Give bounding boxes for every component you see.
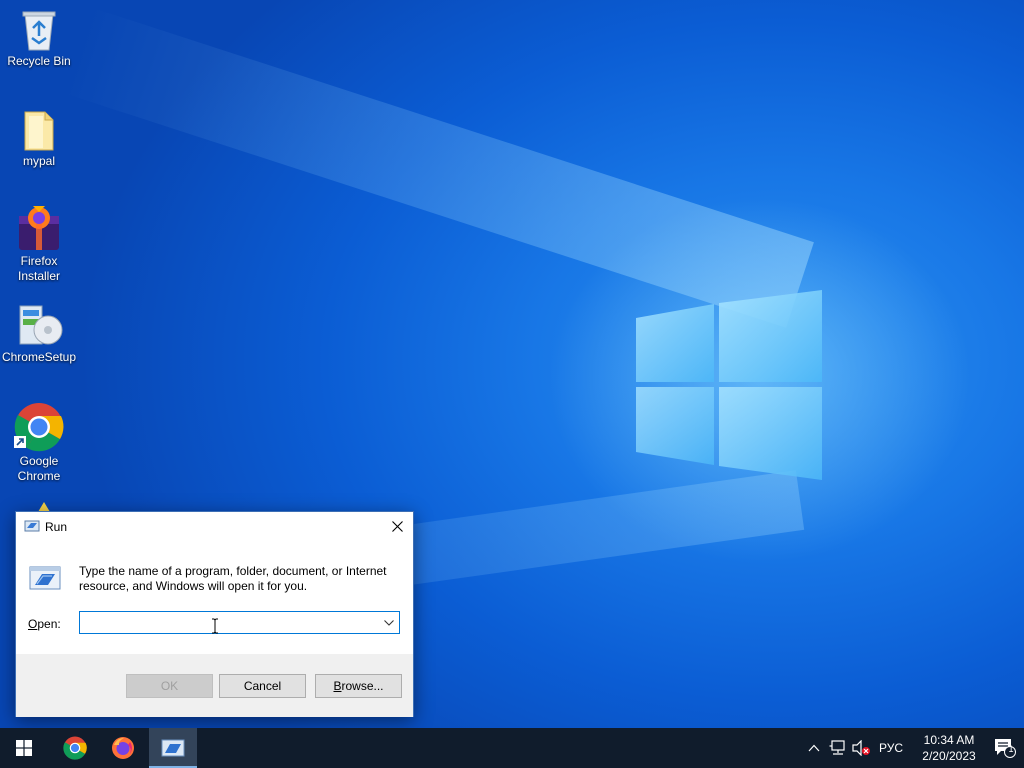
clock-date: 2/20/2023 xyxy=(922,749,976,763)
desktop-icon-firefox-installer[interactable]: Firefox Installer xyxy=(0,202,78,284)
network-icon xyxy=(829,740,845,755)
open-dropdown-button[interactable] xyxy=(379,612,399,633)
cancel-button[interactable]: Cancel xyxy=(219,674,306,698)
input-language-button[interactable]: РУС xyxy=(874,728,908,768)
windows-start-icon xyxy=(16,740,32,756)
taskbar: РУС 10:34 AM 2/20/2023 1 xyxy=(0,728,1024,768)
run-dialog[interactable]: Run Type the name of a program, folder, … xyxy=(15,511,414,717)
open-label-mnemonic: O xyxy=(28,617,38,631)
ok-button[interactable]: OK xyxy=(126,674,213,698)
desktop-icon-label: ChromeSetup xyxy=(1,350,77,364)
run-titlebar[interactable]: Run xyxy=(16,512,413,541)
clock[interactable]: 10:34 AM 2/20/2023 xyxy=(912,728,986,768)
chrome-setup-icon xyxy=(19,305,63,345)
chevron-down-icon xyxy=(384,619,394,626)
firefox-icon xyxy=(112,737,134,759)
browse-button[interactable]: Browse... xyxy=(315,674,402,698)
close-icon xyxy=(391,521,403,532)
light-beam xyxy=(63,7,814,328)
run-program-icon xyxy=(29,566,61,590)
run-title: Run xyxy=(45,520,68,534)
browse-mnemonic: B xyxy=(333,679,342,693)
windows-logo-wallpaper xyxy=(636,290,822,480)
volume-button[interactable] xyxy=(849,728,873,768)
run-description: Type the name of a program, folder, docu… xyxy=(79,564,387,593)
open-input[interactable] xyxy=(80,612,376,633)
desktop-icon-google-chrome[interactable]: Google Chrome xyxy=(0,402,78,484)
text-cursor-icon xyxy=(212,618,218,634)
desktop-icon-label: mypal xyxy=(22,154,55,168)
firefox-installer-icon xyxy=(19,206,59,250)
run-dialog-footer: OK Cancel Browse... xyxy=(16,654,413,717)
taskbar-app-chrome[interactable] xyxy=(51,728,99,768)
desktop-icon-recycle-bin[interactable]: Recycle Bin xyxy=(0,8,78,69)
open-combobox[interactable] xyxy=(79,611,400,634)
folder-icon xyxy=(24,111,54,151)
clock-time: 10:34 AM xyxy=(923,733,975,747)
desktop-icon-label: Google Chrome xyxy=(17,454,61,483)
open-label: Open: xyxy=(28,617,61,631)
network-button[interactable] xyxy=(826,728,850,768)
run-icon xyxy=(24,520,40,532)
desktop-icon-chromesetup[interactable]: ChromeSetup xyxy=(0,302,78,365)
close-button[interactable] xyxy=(381,512,413,541)
recycle-bin-icon xyxy=(22,11,56,51)
notification-count-badge: 1 xyxy=(1008,744,1014,754)
action-center-button[interactable]: 1 xyxy=(986,728,1024,768)
desktop-icon-mypal[interactable]: mypal xyxy=(0,108,78,169)
taskbar-app-firefox[interactable] xyxy=(99,728,147,768)
show-hidden-icons-button[interactable] xyxy=(802,728,826,768)
chevron-up-icon xyxy=(808,744,820,752)
chrome-icon xyxy=(63,736,87,760)
taskbar-app-run[interactable] xyxy=(149,728,197,768)
browse-label: rowse... xyxy=(341,679,384,693)
desktop-icon-label: Firefox Installer xyxy=(17,254,61,283)
volume-muted-icon xyxy=(852,740,870,756)
run-icon xyxy=(161,739,185,757)
desktop-icon-label: Recycle Bin xyxy=(7,54,71,68)
start-button[interactable] xyxy=(0,728,48,768)
open-label-text: pen: xyxy=(37,617,61,631)
google-chrome-icon xyxy=(14,403,64,452)
